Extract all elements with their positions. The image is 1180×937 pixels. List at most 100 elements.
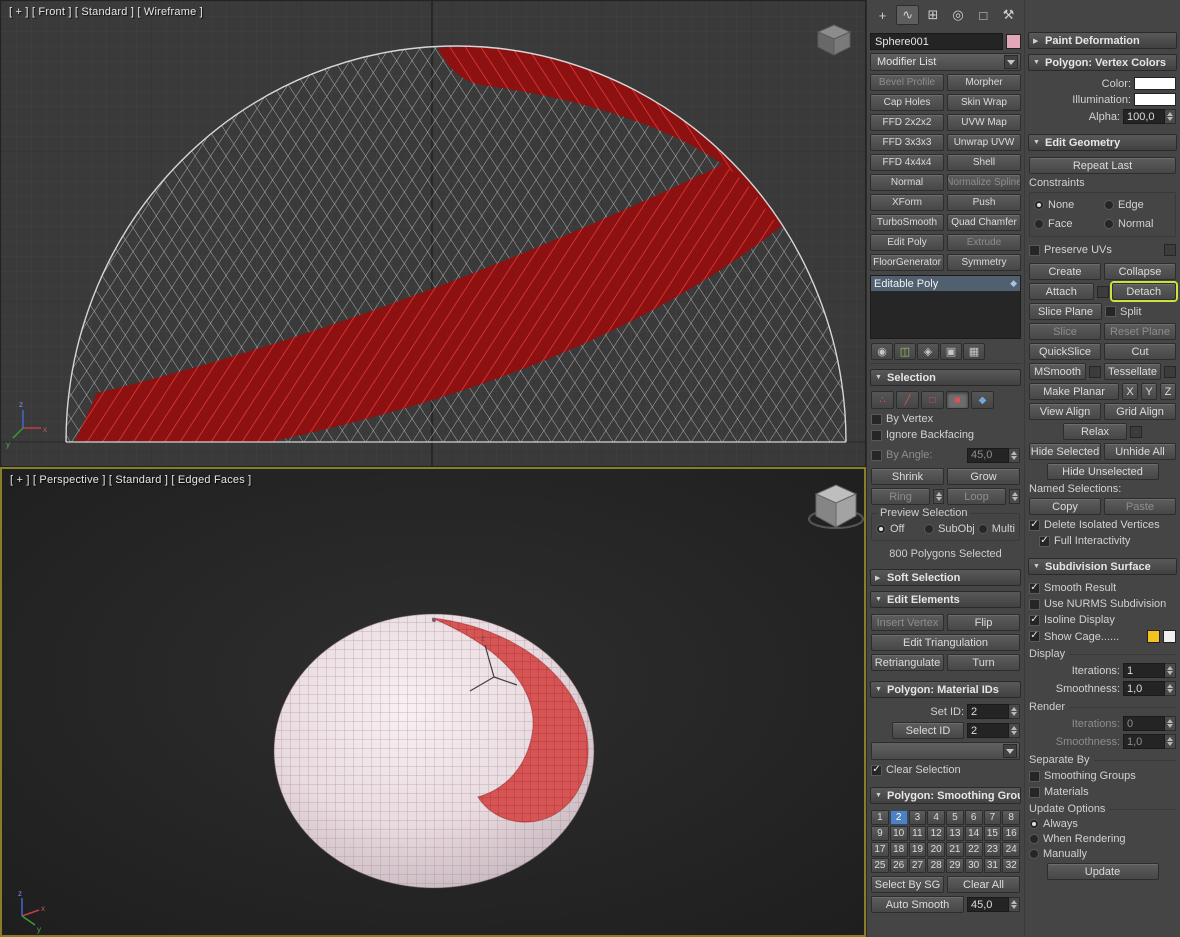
smoothing-group-button[interactable]: 30	[964, 858, 983, 873]
smoothing-group-button[interactable]: 7	[983, 810, 1002, 825]
relax-settings-button[interactable]	[1130, 425, 1142, 438]
smoothing-group-button[interactable]: 18	[889, 842, 908, 857]
modifier-button-ffd-4x4x4[interactable]: FFD 4x4x4	[870, 154, 944, 171]
front-viewport-label[interactable]: [ + ] [ Front ] [ Standard ] [ Wireframe…	[9, 6, 203, 18]
auto-smooth-value[interactable]: 45,0	[967, 897, 1009, 912]
view-align-button[interactable]: View Align	[1029, 403, 1101, 420]
smoothing-groups-checkbox[interactable]: Smoothing Groups	[1029, 770, 1176, 782]
modifier-button-shell[interactable]: Shell	[947, 154, 1021, 171]
full-interactivity-checkbox[interactable]: Full Interactivity	[1039, 535, 1176, 547]
hide-unselected-button[interactable]: Hide Unselected	[1046, 463, 1159, 480]
modifier-button-uvw-map[interactable]: UVW Map	[947, 114, 1021, 131]
modifier-button-unwrap-uvw[interactable]: Unwrap UVW	[947, 134, 1021, 151]
auto-smooth-button[interactable]: Auto Smooth	[871, 896, 964, 913]
cut-button[interactable]: Cut	[1104, 343, 1176, 360]
update-always-radio[interactable]: Always	[1029, 818, 1176, 830]
retriangulate-button[interactable]: Retriangulate	[871, 654, 944, 671]
preview-subobj-radio[interactable]: SubObj	[924, 523, 975, 535]
tessellate-settings-button[interactable]	[1164, 365, 1176, 378]
selection-rollout-header[interactable]: ▼ Selection	[870, 369, 1021, 386]
hierarchy-tab-icon[interactable]: ⊞	[921, 5, 944, 25]
smoothing-group-button[interactable]: 22	[964, 842, 983, 857]
modifier-button-skin-wrap[interactable]: Skin Wrap	[947, 94, 1021, 111]
clear-all-button[interactable]: Clear All	[947, 876, 1020, 893]
make-planar-button[interactable]: Make Planar	[1029, 383, 1119, 400]
modify-tab-icon[interactable]: ∿	[896, 5, 920, 25]
modifier-button-xform[interactable]: XForm	[870, 194, 944, 211]
smoothing-group-button[interactable]: 32	[1002, 858, 1020, 873]
select-id-spinner[interactable]: 2	[967, 723, 1020, 738]
illumination-color-swatch[interactable]	[1134, 93, 1176, 106]
msmooth-settings-button[interactable]	[1089, 365, 1101, 378]
insert-vertex-button[interactable]: Insert Vertex	[871, 614, 944, 631]
relax-button[interactable]: Relax	[1063, 423, 1127, 440]
modifier-list-dropdown[interactable]: Modifier List	[870, 53, 1021, 71]
edit-triangulation-button[interactable]: Edit Triangulation	[871, 634, 1020, 651]
modifier-button-quad-chamfer[interactable]: Quad Chamfer	[947, 214, 1021, 231]
use-nurms-checkbox[interactable]: Use NURMS Subdivision	[1029, 598, 1176, 610]
update-manually-radio[interactable]: Manually	[1029, 848, 1176, 860]
modifier-button-edit-poly[interactable]: Edit Poly	[870, 234, 944, 251]
show-cage-checkbox[interactable]: Show Cage......	[1029, 631, 1144, 643]
set-id-spinner[interactable]: 2	[967, 704, 1020, 719]
auto-smooth-spinner[interactable]: 45,0	[967, 897, 1020, 912]
render-iterations-spinner[interactable]: 0	[1123, 716, 1176, 731]
alpha-spinner[interactable]: 100,0	[1123, 109, 1176, 124]
select-id-button[interactable]: Select ID	[892, 722, 964, 739]
cage-color-swatch[interactable]	[1147, 630, 1160, 643]
make-planar-z-button[interactable]: Z	[1160, 383, 1176, 400]
ring-spinner-arrows[interactable]	[933, 489, 944, 504]
object-color-swatch[interactable]	[1006, 34, 1021, 49]
modifier-button-normal[interactable]: Normal	[870, 174, 944, 191]
constraint-normal-radio[interactable]: Normal	[1104, 218, 1171, 230]
vertex-color-swatch[interactable]	[1134, 77, 1176, 90]
smoothing-group-button[interactable]: 12	[927, 826, 945, 841]
by-angle-value[interactable]: 45,0	[967, 447, 1009, 463]
preview-multi-radio[interactable]: Multi	[977, 523, 1015, 535]
pin-stack-icon[interactable]: ◉	[871, 343, 893, 360]
grid-align-button[interactable]: Grid Align	[1104, 403, 1176, 420]
by-angle-spinner[interactable]: 45,0	[967, 447, 1020, 463]
smoothing-group-button[interactable]: 11	[908, 826, 927, 841]
smoothing-group-button[interactable]: 17	[871, 842, 889, 857]
set-id-value[interactable]: 2	[967, 704, 1009, 719]
object-name-input[interactable]	[870, 33, 1003, 50]
modifier-button-symmetry[interactable]: Symmetry	[947, 254, 1021, 271]
collapse-button[interactable]: Collapse	[1104, 263, 1176, 280]
smoothing-group-button[interactable]: 13	[946, 826, 964, 841]
spinner-arrows[interactable]	[1165, 716, 1176, 731]
paint-deformation-rollout-header[interactable]: ▶ Paint Deformation	[1028, 32, 1177, 49]
create-tab-icon[interactable]: +	[871, 5, 894, 25]
constraint-none-radio[interactable]: None	[1034, 199, 1101, 211]
make-planar-y-button[interactable]: Y	[1141, 383, 1157, 400]
smoothing-group-button[interactable]: 29	[946, 858, 964, 873]
display-tab-icon[interactable]: □	[972, 5, 995, 25]
display-iterations-spinner[interactable]: 1	[1123, 663, 1176, 678]
update-button[interactable]: Update	[1046, 863, 1159, 880]
modifier-button-floorgenerator[interactable]: FloorGenerator	[870, 254, 944, 271]
paste-button[interactable]: Paste	[1104, 498, 1176, 515]
smoothing-group-button[interactable]: 6	[964, 810, 983, 825]
perspective-viewport[interactable]: z x y z [ + ] [ Perspective ] [ Standard…	[0, 467, 866, 937]
slice-button[interactable]: Slice	[1029, 323, 1101, 340]
modifier-button-ffd-3x3x3[interactable]: FFD 3x3x3	[870, 134, 944, 151]
materials-checkbox[interactable]: Materials	[1029, 786, 1176, 798]
polygon-mode-icon[interactable]: ■	[946, 391, 969, 409]
detach-button[interactable]: Detach	[1111, 283, 1176, 300]
configure-modifier-sets-icon[interactable]: ▦	[963, 343, 985, 360]
vertex-colors-rollout-header[interactable]: ▼ Polygon: Vertex Colors	[1028, 54, 1177, 71]
reset-plane-button[interactable]: Reset Plane	[1104, 323, 1176, 340]
material-id-name-dropdown[interactable]	[871, 742, 1020, 760]
create-button[interactable]: Create	[1029, 263, 1101, 280]
spinner-arrows[interactable]	[1009, 447, 1020, 463]
perspective-viewport-canvas[interactable]: z x y z	[2, 469, 864, 935]
grow-button[interactable]: Grow	[947, 468, 1020, 485]
smoothing-group-button[interactable]: 5	[946, 810, 964, 825]
smoothing-group-button[interactable]: 19	[908, 842, 927, 857]
split-checkbox[interactable]: Split	[1105, 306, 1176, 318]
modifier-button-extrude[interactable]: Extrude	[947, 234, 1021, 251]
smoothing-group-button[interactable]: 28	[927, 858, 945, 873]
motion-tab-icon[interactable]: ◎	[947, 5, 970, 25]
modifier-button-ffd-2x2x2[interactable]: FFD 2x2x2	[870, 114, 944, 131]
front-viewport-canvas[interactable]: x z y	[1, 1, 865, 466]
